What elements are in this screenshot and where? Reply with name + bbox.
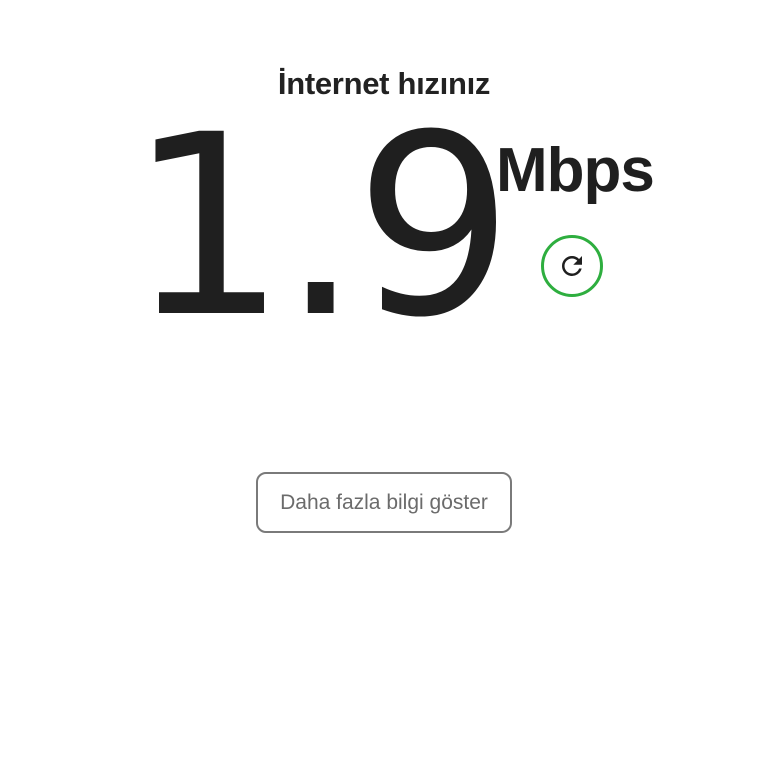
speed-unit: Mbps bbox=[496, 136, 655, 205]
speed-test-page: İnternet hızınız 1.9 Mbps Daha fazla bil… bbox=[0, 0, 768, 768]
speed-value: 1.9 bbox=[128, 81, 514, 372]
refresh-icon bbox=[557, 251, 587, 281]
more-info-button[interactable]: Daha fazla bilgi göster bbox=[256, 472, 512, 533]
refresh-button[interactable] bbox=[541, 235, 603, 297]
